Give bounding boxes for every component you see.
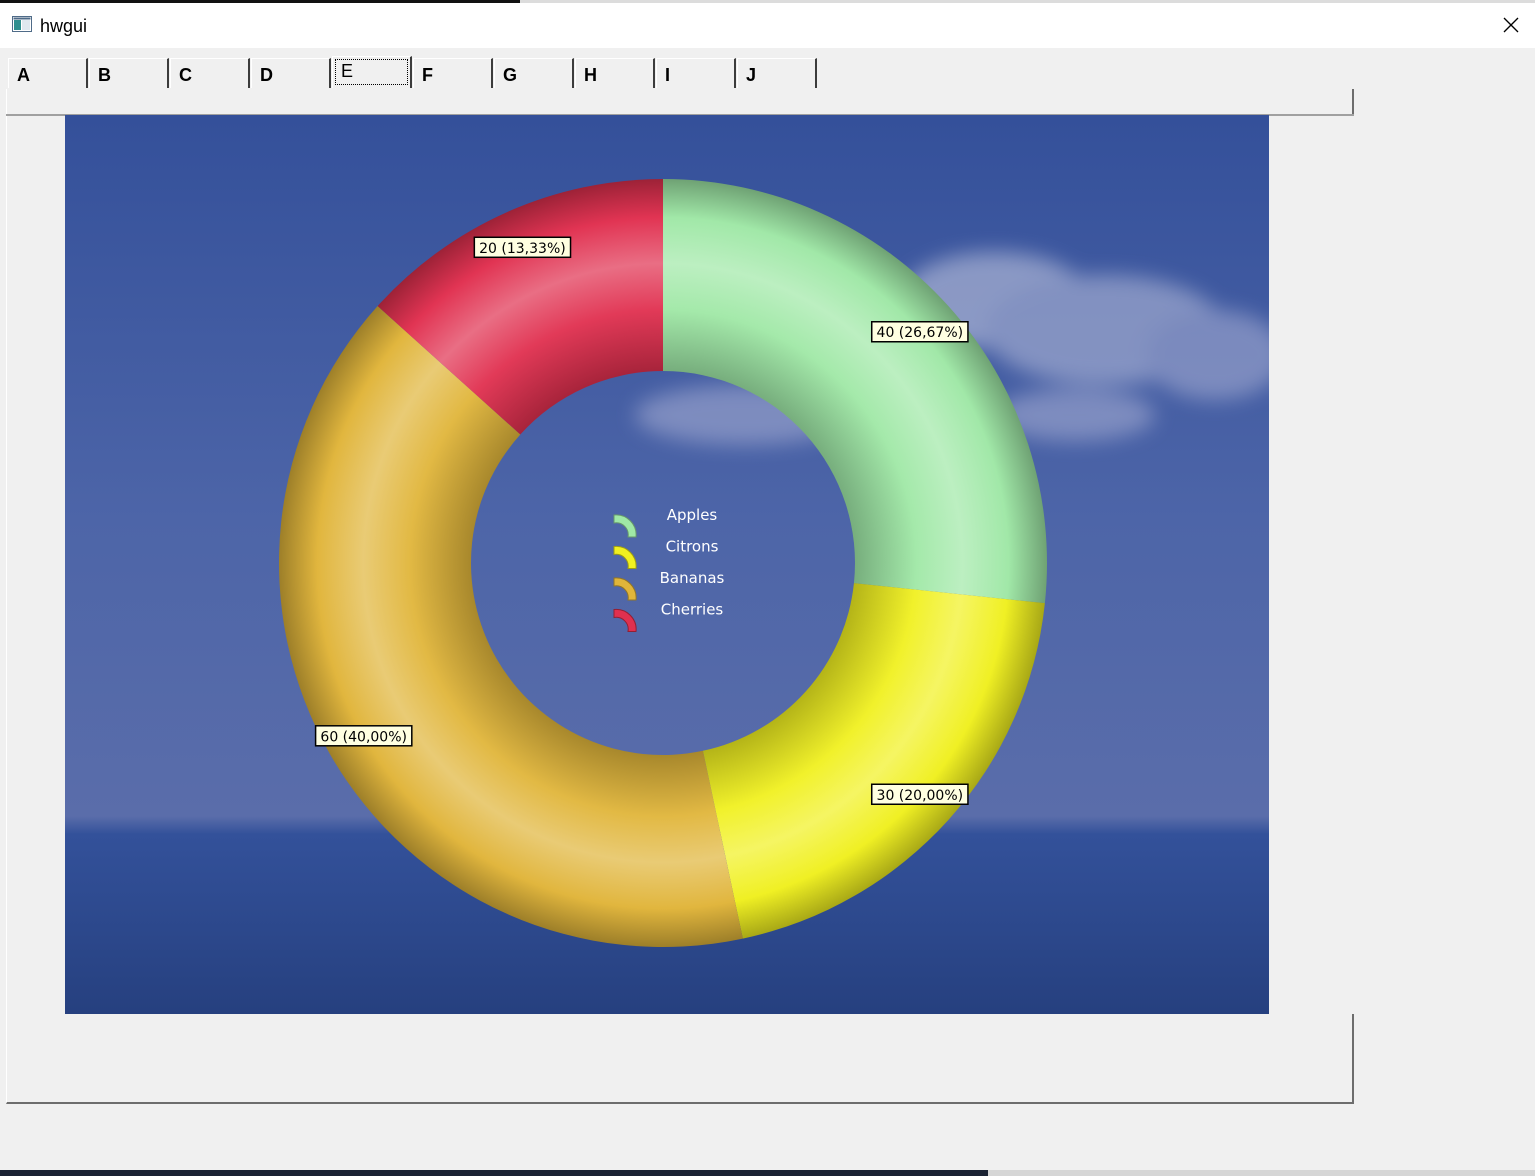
value-label-text: 60 (40,00%) [320,729,407,745]
tab-d[interactable]: D [251,58,331,88]
tab-c[interactable]: C [170,58,250,88]
legend-label: Cherries [661,601,724,619]
tab-h[interactable]: H [575,58,655,88]
tab-j[interactable]: J [737,58,817,88]
tab-i[interactable]: I [656,58,736,88]
window-title: hwgui [40,16,88,36]
tab-label: H [584,65,597,85]
tab-b[interactable]: B [89,58,169,88]
tab-label: B [98,65,111,85]
tab-label: G [503,65,518,85]
legend-label: Apples [667,506,718,524]
panel-gap [1270,116,1356,1014]
close-button[interactable] [1488,3,1534,48]
tab-label: E [341,61,354,81]
tab-a[interactable]: A [8,58,88,88]
legend-label: Citrons [666,538,719,556]
title-bar: hwgui [0,3,1535,48]
tab-label: A [17,65,30,85]
tab-label: I [665,65,671,85]
donut-chart: 40 (26,67%) 30 (20,00%) 60 (40,00%) 20 (13,… [65,115,1285,1014]
value-label-citrons: 30 (20,00%) [870,783,969,806]
value-label-text: 40 (26,67%) [877,325,964,341]
tab-g[interactable]: G [494,58,574,88]
value-label-apples: 40 (26,67%) [870,320,969,343]
tab-f[interactable]: F [413,58,493,88]
tab-label: J [746,65,757,85]
value-label-text: 30 (20,00%) [877,788,964,804]
taskbar-edge [0,1170,1535,1176]
tab-label: C [179,65,192,85]
tab-label: D [260,65,273,85]
chart-svg: 40 (26,67%) 30 (20,00%) 60 (40,00%) 20 (13,… [65,115,1285,1014]
value-label-text: 20 (13,33%) [479,241,566,257]
value-label-bananas: 60 (40,00%) [314,725,413,747]
tab-e[interactable]: E [332,56,412,88]
app-window-icon [12,16,32,32]
value-label-cherries: 20 (13,33%) [473,236,572,259]
legend-label: Bananas [660,569,725,587]
tab-label: F [422,65,433,85]
close-icon [1503,17,1519,33]
taskbar-edge-light [988,1170,1535,1176]
